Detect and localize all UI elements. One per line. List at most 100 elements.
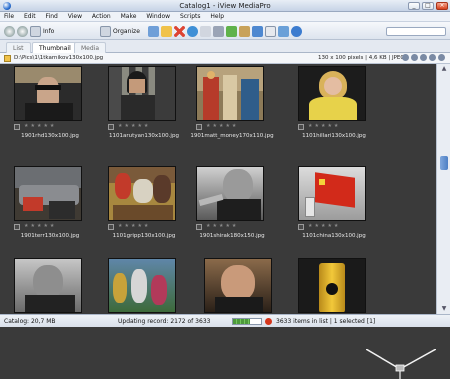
rating-stars[interactable]: ★★★★★ [24, 223, 56, 229]
thumbnail-image[interactable] [298, 166, 366, 221]
rating-stars[interactable]: ★★★★★ [206, 123, 238, 129]
thumbnail-image[interactable] [14, 66, 82, 121]
thumbnail-cell[interactable]: ★★★★★ 1101china130x100.jpg [284, 164, 384, 246]
thumbnail-image[interactable] [204, 258, 272, 313]
minimize-button[interactable]: _ [408, 2, 420, 10]
rating-stars[interactable]: ★★★★★ [308, 223, 340, 229]
thumbnail-cell[interactable]: ★★★★★ 1901terr130x100.jpg [0, 164, 100, 246]
thumbnail-image[interactable] [108, 258, 176, 313]
zoom-in-icon[interactable] [420, 54, 427, 61]
rating-row: ★★★★★ [298, 123, 368, 131]
select-checkbox[interactable] [298, 124, 304, 130]
web-gallery-icon[interactable] [252, 25, 263, 37]
stop-icon[interactable] [265, 318, 272, 325]
view-mode-icon[interactable] [148, 25, 159, 37]
delete-icon[interactable] [174, 25, 185, 37]
rating-stars[interactable]: ★★★★★ [24, 123, 56, 129]
select-checkbox[interactable] [298, 224, 304, 230]
menu-help[interactable]: Help [206, 12, 228, 20]
cursor-illustration [366, 349, 436, 379]
tab-media[interactable]: Media [74, 42, 107, 53]
maximize-button[interactable]: □ [422, 2, 434, 10]
toolbar: Info Organize [0, 22, 450, 40]
menu-bar: File Edit Find View Action Make Window S… [0, 12, 450, 22]
thumbnail-filename: 1101arutyan130x100.jpg [109, 133, 179, 139]
thumbnail-image[interactable] [196, 66, 264, 121]
thumbnail-cell[interactable] [0, 256, 100, 314]
thumbnail-filename: 1901shirak180x150.jpg [199, 233, 265, 239]
thumbnail-image[interactable] [196, 166, 264, 221]
rating-stars[interactable]: ★★★★★ [118, 223, 150, 229]
scroll-thumb[interactable] [440, 156, 448, 170]
thumbnail-image[interactable] [14, 258, 82, 313]
thumbnail-image[interactable] [298, 258, 366, 313]
thumbnail-image[interactable] [108, 66, 176, 121]
thumbnail-cell[interactable] [94, 256, 194, 314]
select-checkbox[interactable] [14, 224, 20, 230]
tab-list[interactable]: List [6, 42, 31, 53]
thumbnail-cell[interactable]: ★★★★★ 1101gripp130x100.jpg [94, 164, 194, 246]
menu-find[interactable]: Find [42, 12, 62, 20]
menu-edit[interactable]: Edit [20, 12, 40, 20]
select-checkbox[interactable] [196, 124, 202, 130]
thumbnail-image[interactable] [298, 66, 366, 121]
select-checkbox[interactable] [108, 224, 114, 230]
action-icon[interactable] [226, 25, 237, 37]
thumbnail-cell[interactable]: ★★★★★ 1901matt_money170x110.jpg [182, 64, 282, 146]
menu-file[interactable]: File [0, 12, 18, 20]
thumbnail-filename: 1901rhd130x100.jpg [21, 133, 79, 139]
path-bar: D:\Pics\1\1tkarnikov130x100.jpg 130 x 10… [0, 53, 450, 64]
select-checkbox[interactable] [14, 124, 20, 130]
rotate-icon[interactable] [187, 25, 198, 37]
scroll-up-icon[interactable]: ▲ [440, 66, 448, 72]
thumbnail-filename: 1101china130x100.jpg [302, 233, 366, 239]
info-icon[interactable] [30, 25, 41, 37]
thumbnail-image[interactable] [14, 166, 82, 221]
next-file-icon[interactable] [411, 54, 418, 61]
file-info: 130 x 100 pixels | 4,6 KB | JPEG [318, 55, 405, 61]
text-icon[interactable] [265, 25, 276, 37]
title-bar: Catalog1 - iView MediaPro _ □ × [0, 0, 450, 12]
info-button-label[interactable]: Info [43, 28, 54, 35]
progress-fill [233, 319, 250, 324]
vertical-scrollbar[interactable]: ▲ ▼ [436, 64, 450, 314]
prev-file-icon[interactable] [402, 54, 409, 61]
thumbnail-cell[interactable] [190, 256, 290, 314]
audio-icon[interactable] [213, 25, 224, 37]
organize-icon[interactable] [100, 25, 111, 37]
fit-icon[interactable] [438, 54, 445, 61]
rating-stars[interactable]: ★★★★★ [308, 123, 340, 129]
share-icon[interactable] [291, 25, 302, 37]
search-input[interactable] [386, 27, 446, 36]
window-title: Catalog1 - iView MediaPro [179, 2, 271, 10]
select-checkbox[interactable] [196, 224, 202, 230]
thumbnail-cell[interactable] [284, 256, 384, 314]
thumbnail-grid: ★★★★★ 1901rhd130x100.jpg ★★★★★ 1101aruty… [0, 64, 436, 379]
thumbnail-cell[interactable]: ★★★★★ 1901shirak180x150.jpg [182, 164, 282, 246]
thumbnail-image[interactable] [108, 166, 176, 221]
scroll-down-icon[interactable]: ▼ [440, 306, 448, 312]
organize-button-label[interactable]: Organize [113, 28, 140, 35]
thumbnail-cell[interactable]: ★★★★★ 1901rhd130x100.jpg [0, 64, 100, 146]
slideshow-icon[interactable] [200, 25, 211, 37]
menu-scripts[interactable]: Scripts [176, 12, 205, 20]
rating-stars[interactable]: ★★★★★ [206, 223, 238, 229]
updating-status: Updating record: 2172 of 3633 [118, 318, 211, 325]
menu-window[interactable]: Window [142, 12, 174, 20]
select-checkbox[interactable] [108, 124, 114, 130]
menu-make[interactable]: Make [117, 12, 141, 20]
menu-action[interactable]: Action [88, 12, 115, 20]
rating-row: ★★★★★ [108, 223, 178, 231]
export-icon[interactable] [239, 25, 250, 37]
copy-icon[interactable] [278, 25, 289, 37]
thumbnail-cell[interactable]: ★★★★★ 1101hillari130x100.jpg [284, 64, 384, 146]
forward-icon[interactable] [17, 25, 28, 37]
back-icon[interactable] [4, 25, 15, 37]
close-button[interactable]: × [436, 2, 448, 10]
menu-view[interactable]: View [64, 12, 86, 20]
rating-stars[interactable]: ★★★★★ [118, 123, 150, 129]
thumbnail-cell[interactable]: ★★★★★ 1101arutyan130x100.jpg [94, 64, 194, 146]
zoom-out-icon[interactable] [429, 54, 436, 61]
items-count: 3633 items in list | 1 selected [1] [276, 318, 376, 325]
folder-icon[interactable] [161, 25, 172, 37]
